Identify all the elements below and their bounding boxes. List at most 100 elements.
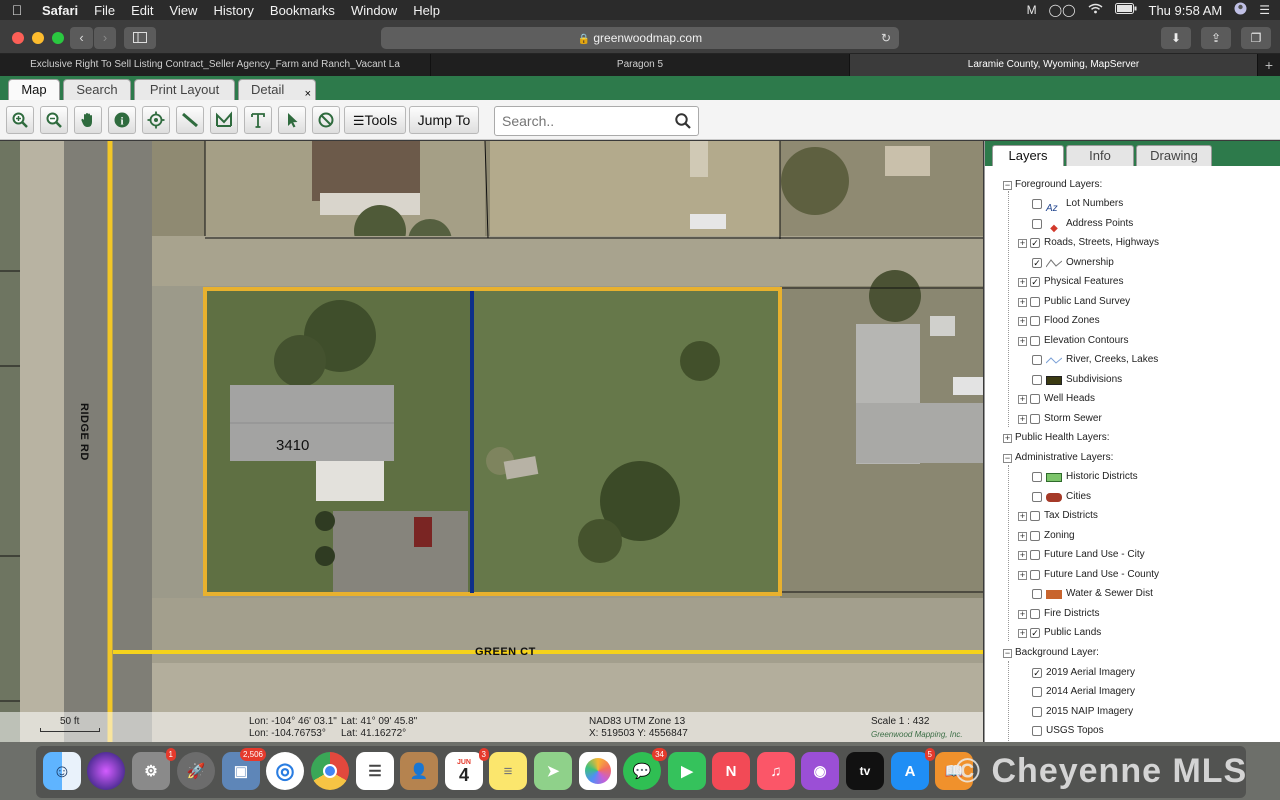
expand-icon[interactable]: + — [1018, 531, 1027, 541]
layer-fire-districts[interactable]: + Fire Districts — [1018, 605, 1100, 623]
expand-icon[interactable]: + — [1018, 511, 1027, 521]
collapse-icon[interactable]: − — [1003, 648, 1012, 658]
preview-icon[interactable]: ▣ 2,506 — [222, 748, 266, 790]
layer-flood-zones[interactable]: + Flood Zones — [1018, 312, 1100, 330]
layer-checkbox[interactable] — [1032, 375, 1042, 385]
menu-file[interactable]: File — [86, 3, 123, 18]
layer-rivers[interactable]: River, Creeks, Lakes — [1032, 351, 1158, 369]
map-view[interactable]: RIDGE RD GREEN CT 3410 — [0, 141, 983, 742]
layer-checkbox[interactable] — [1032, 219, 1042, 229]
layer-water-sewer[interactable]: Water & Sewer Dist — [1032, 585, 1153, 603]
menu-bookmarks[interactable]: Bookmarks — [262, 3, 343, 18]
list-icon[interactable]: ☰ — [1259, 3, 1270, 17]
sidebar-toggle-icon[interactable] — [124, 27, 156, 49]
pan-hand-icon[interactable] — [74, 106, 102, 134]
expand-icon[interactable]: + — [1018, 336, 1027, 346]
facetime-icon[interactable]: ▶ — [668, 752, 706, 790]
search-input[interactable] — [494, 106, 699, 136]
layer-checkbox[interactable] — [1032, 355, 1042, 365]
expand-icon[interactable]: + — [1018, 414, 1027, 424]
tab-search[interactable]: Search — [63, 79, 131, 100]
layer-zoning[interactable]: + Zoning — [1018, 527, 1075, 545]
reload-icon[interactable]: ↻ — [881, 27, 891, 49]
photos-icon[interactable] — [579, 752, 617, 790]
tab-info[interactable]: Info — [1066, 145, 1134, 166]
menu-app[interactable]: Safari — [34, 3, 86, 18]
layer-checkbox[interactable] — [1030, 297, 1040, 307]
browser-tab-mapserver[interactable]: Laramie County, Wyoming, MapServer — [850, 54, 1258, 76]
expand-icon[interactable]: + — [1018, 550, 1027, 560]
menu-view[interactable]: View — [162, 3, 206, 18]
music-icon[interactable]: ♫ — [757, 752, 795, 790]
address-bar[interactable]: 🔒 greenwoodmap.com ↻ — [381, 27, 899, 49]
podcasts-icon[interactable]: ◉ — [801, 752, 839, 790]
system-preferences-icon[interactable]: ⚙ 1 — [132, 748, 176, 790]
layer-checkbox[interactable] — [1032, 687, 1042, 697]
locate-target-icon[interactable] — [142, 106, 170, 134]
tv-icon[interactable]: tv — [846, 752, 884, 790]
expand-icon[interactable]: + — [1018, 570, 1027, 580]
finder-icon[interactable]: ☺ — [43, 752, 81, 790]
layer-checkbox[interactable] — [1030, 316, 1040, 326]
menubar-clock[interactable]: Thu 9:58 AM — [1149, 3, 1223, 18]
expand-icon[interactable]: + — [1018, 277, 1027, 287]
layer-checkbox[interactable] — [1032, 472, 1042, 482]
tab-layers[interactable]: Layers — [992, 145, 1064, 166]
measure-line-icon[interactable] — [176, 106, 204, 134]
apple-menu-icon[interactable]:  — [0, 2, 34, 18]
browser-tab-listing-contract[interactable]: Exclusive Right To Sell Listing Contract… — [0, 54, 431, 76]
new-tab-button[interactable]: + — [1258, 54, 1280, 76]
layer-checkbox[interactable] — [1030, 394, 1040, 404]
reminders-icon[interactable]: ☰ — [356, 752, 394, 790]
layer-checkbox[interactable] — [1030, 550, 1040, 560]
layer-well-heads[interactable]: + Well Heads — [1018, 390, 1095, 408]
tools-button[interactable]: ☰Tools — [344, 106, 406, 134]
layer-checkbox[interactable] — [1032, 589, 1042, 599]
safari-icon[interactable]: ◎ — [266, 752, 304, 790]
expand-icon[interactable]: + — [1018, 238, 1027, 248]
notes-icon[interactable]: ≡ — [489, 752, 527, 790]
layer-address-points[interactable]: ◆ Address Points — [1032, 215, 1133, 234]
layer-checkbox[interactable]: ✓ — [1030, 238, 1040, 248]
contacts-icon[interactable]: 👤 — [400, 752, 438, 790]
menu-edit[interactable]: Edit — [123, 3, 161, 18]
share-icon[interactable]: ⇪ — [1201, 27, 1231, 49]
launchpad-icon[interactable]: 🚀 — [177, 752, 215, 790]
downloads-icon[interactable]: ⬇ — [1161, 27, 1191, 49]
tab-drawing[interactable]: Drawing — [1136, 145, 1212, 166]
messages-icon[interactable]: 💬 34 — [623, 748, 667, 790]
calendar-icon[interactable]: JUN 4 3 — [445, 748, 489, 790]
menu-window[interactable]: Window — [343, 3, 405, 18]
tab-map[interactable]: Map — [8, 79, 60, 100]
maximize-window-button[interactable] — [52, 32, 64, 44]
info-icon[interactable]: i — [108, 106, 136, 134]
select-pointer-icon[interactable] — [278, 106, 306, 134]
layer-2019-aerial[interactable]: ✓ 2019 Aerial Imagery — [1032, 664, 1135, 682]
text-tool-icon[interactable] — [244, 106, 272, 134]
forward-button[interactable]: › — [94, 27, 116, 49]
layer-physical-features[interactable]: + ✓ Physical Features — [1018, 273, 1123, 291]
expand-icon[interactable]: + — [1018, 297, 1027, 307]
layer-checkbox[interactable] — [1032, 492, 1042, 502]
expand-icon[interactable]: + — [1018, 628, 1027, 638]
glasses-icon[interactable]: ◯◯ — [1049, 3, 1076, 17]
group-public-health[interactable]: + Public Health Layers: — [1003, 429, 1110, 447]
layer-checkbox[interactable] — [1032, 707, 1042, 717]
minimize-window-button[interactable] — [32, 32, 44, 44]
layer-checkbox[interactable] — [1030, 570, 1040, 580]
tab-print-layout[interactable]: Print Layout — [134, 79, 235, 100]
expand-icon[interactable]: + — [1018, 609, 1027, 619]
layer-public-lands[interactable]: + ✓ Public Lands — [1018, 624, 1101, 642]
layer-historic-districts[interactable]: Historic Districts — [1032, 468, 1138, 486]
layer-cities[interactable]: Cities — [1032, 488, 1091, 506]
browser-tab-paragon[interactable]: Paragon 5 — [431, 54, 850, 76]
layer-checkbox[interactable] — [1032, 726, 1042, 736]
battery-icon[interactable] — [1114, 3, 1137, 17]
group-foreground[interactable]: − Foreground Layers: — [1003, 176, 1102, 194]
chrome-icon[interactable] — [311, 752, 349, 790]
close-window-button[interactable] — [12, 32, 24, 44]
layer-checkbox[interactable]: ✓ — [1030, 628, 1040, 638]
expand-icon[interactable]: + — [1018, 316, 1027, 326]
layer-checkbox[interactable] — [1030, 336, 1040, 346]
layer-checkbox[interactable] — [1032, 199, 1042, 209]
